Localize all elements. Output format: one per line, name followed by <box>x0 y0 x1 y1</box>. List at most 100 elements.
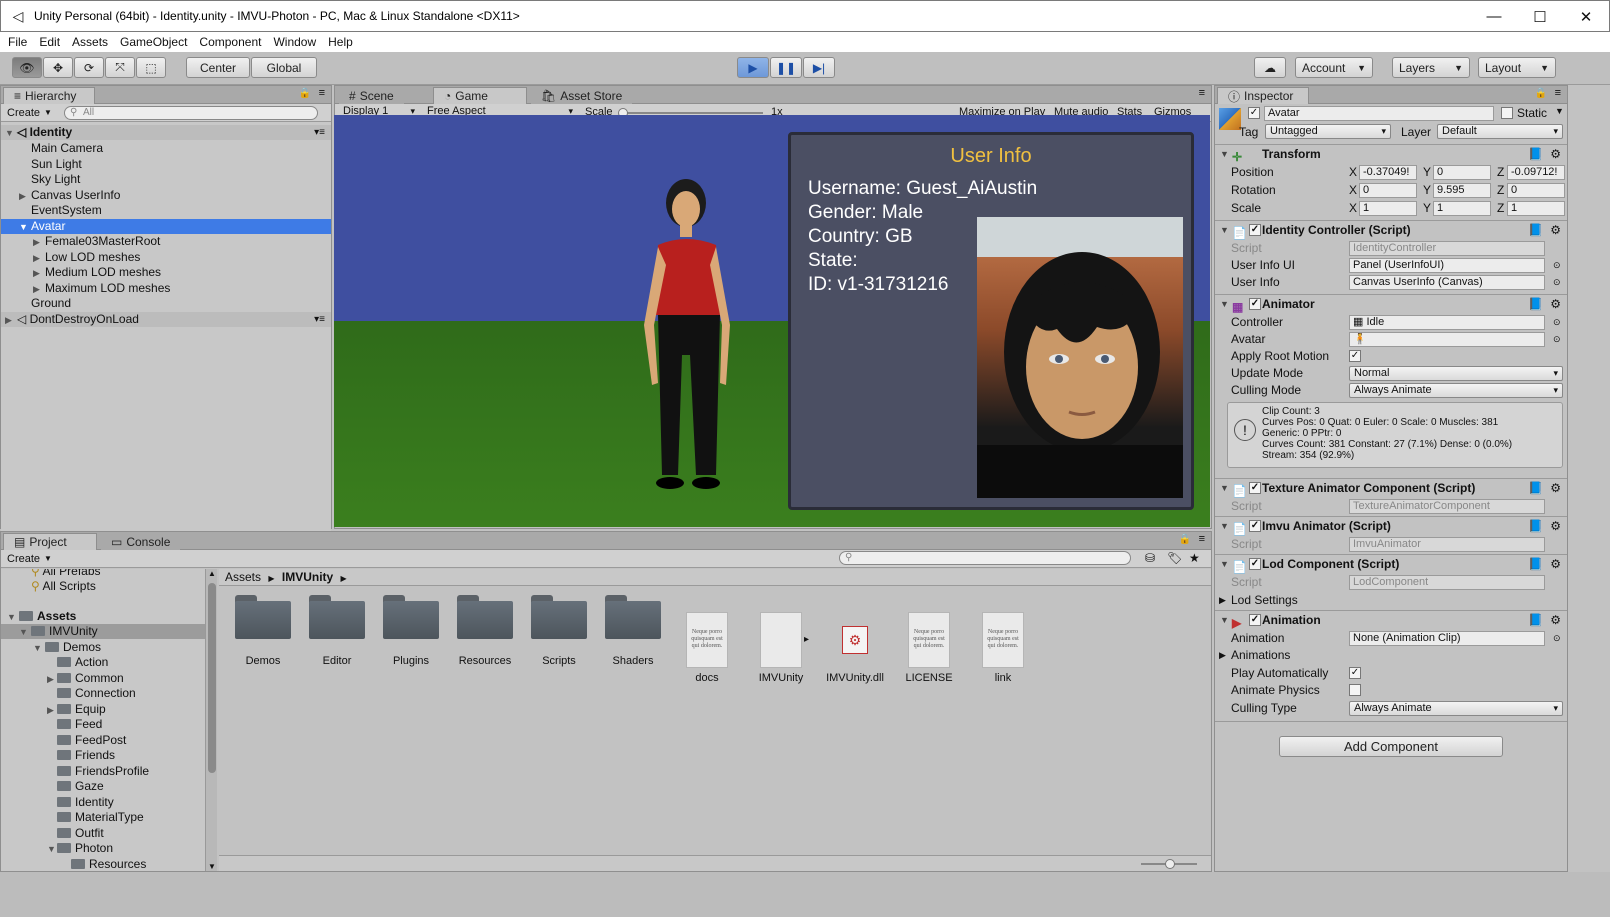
expand-triangle-icon[interactable]: ▼ <box>47 842 57 857</box>
imvu-animator-header[interactable]: ▼ 📄 ✓ Imvu Animator (Script) 📘 ⚙ <box>1215 516 1567 536</box>
component-enabled-checkbox[interactable]: ✓ <box>1249 224 1261 236</box>
view-tool-button[interactable]: 👁 <box>12 57 42 78</box>
tree-folder[interactable]: Resources <box>71 857 146 871</box>
account-dropdown[interactable]: Account ▼ <box>1295 57 1373 78</box>
hierarchy-item[interactable]: Ground <box>1 296 71 311</box>
hierarchy-item-selected[interactable]: ▼ Avatar <box>1 219 331 234</box>
breadcrumb-item[interactable]: IMVUnity <box>282 570 333 584</box>
collapse-triangle-icon[interactable]: ▼ <box>1220 555 1229 574</box>
expand-triangle-icon[interactable]: ▼ <box>33 641 45 656</box>
expand-triangle-icon[interactable]: ▼ <box>5 126 17 141</box>
tree-folder[interactable]: FriendsProfile <box>57 764 149 779</box>
collapse-triangle-icon[interactable]: ▼ <box>1220 221 1229 240</box>
tab-console[interactable]: ▭ Console <box>101 533 181 550</box>
pivot-center-button[interactable]: Center <box>186 57 250 78</box>
tag-dropdown[interactable]: Untagged <box>1265 124 1391 139</box>
tree-folder[interactable]: Feed <box>57 717 102 732</box>
hierarchy-item[interactable]: Sun Light <box>1 157 82 172</box>
pivot-global-button[interactable]: Global <box>251 57 317 78</box>
panel-menu-icon[interactable]: ≡ <box>1555 87 1561 99</box>
panel-menu-icon[interactable]: ≡ <box>1199 87 1205 99</box>
help-book-icon[interactable]: 📘 <box>1528 479 1543 498</box>
scene-menu-icon[interactable]: ▾≡ <box>314 312 325 327</box>
chevron-down-icon[interactable]: ▼ <box>1555 106 1564 116</box>
position-z-field[interactable]: -0.09712! <box>1507 165 1565 180</box>
gear-icon[interactable]: ⚙ <box>1550 479 1561 498</box>
tab-inspector[interactable]: ⓘ Inspector <box>1217 87 1309 104</box>
component-enabled-checkbox[interactable]: ✓ <box>1249 614 1261 626</box>
lock-icon[interactable]: 🔒 <box>1535 88 1547 99</box>
object-picker-icon[interactable]: ⊙ <box>1553 630 1561 647</box>
hierarchy-item[interactable]: ▶ Female03MasterRoot <box>1 234 160 249</box>
hierarchy-item[interactable]: EventSystem <box>1 203 102 218</box>
play-auto-checkbox[interactable]: ✓ <box>1349 667 1361 679</box>
scale-slider[interactable] <box>618 108 763 118</box>
identity-controller-header[interactable]: ▼ 📄 ✓ Identity Controller (Script) 📘 ⚙ <box>1215 220 1567 240</box>
animations-row[interactable]: ▶ Animations <box>1215 647 1567 664</box>
gear-icon[interactable]: ⚙ <box>1550 611 1561 630</box>
favorite-item[interactable]: ⚲ All Prefabs <box>31 569 101 579</box>
culling-type-dropdown[interactable]: Always Animate <box>1349 701 1563 716</box>
collapse-triangle-icon[interactable]: ▼ <box>1220 479 1229 498</box>
static-checkbox[interactable] <box>1501 107 1513 119</box>
scale-tool-button[interactable]: ⤧ <box>105 57 135 78</box>
play-button[interactable]: ▶ <box>737 57 769 78</box>
tree-folder-selected[interactable]: ▼ IMVUnity <box>1 624 205 639</box>
expand-triangle-icon[interactable]: ▶ <box>1219 647 1226 664</box>
scale-z-field[interactable]: 1 <box>1507 201 1565 216</box>
move-tool-button[interactable]: ✥ <box>43 57 73 78</box>
object-picker-icon[interactable]: ⊙ <box>1553 314 1561 331</box>
animator-header[interactable]: ▼ ▦ ✓ Animator 📘 ⚙ <box>1215 294 1567 314</box>
expand-triangle-icon[interactable]: ▼ <box>19 220 31 235</box>
gear-icon[interactable]: ⚙ <box>1550 295 1561 314</box>
expand-triangle-icon[interactable]: ▶ <box>19 189 31 204</box>
tab-scene[interactable]: # Scene <box>339 87 404 104</box>
component-enabled-checkbox[interactable]: ✓ <box>1249 558 1261 570</box>
expand-triangle-icon[interactable]: ▶ <box>1219 592 1226 609</box>
menu-component[interactable]: Component <box>193 35 267 49</box>
collapse-triangle-icon[interactable]: ▼ <box>1220 145 1229 164</box>
hierarchy-item[interactable]: ▶ Canvas UserInfo <box>1 188 120 203</box>
menu-gameobject[interactable]: GameObject <box>114 35 193 49</box>
step-button[interactable]: ▶| <box>803 57 835 78</box>
animation-clip-field[interactable]: None (Animation Clip) <box>1349 631 1545 646</box>
expand-triangle-icon[interactable]: ▶ <box>47 703 57 718</box>
scroll-down-icon[interactable]: ▼ <box>208 862 216 871</box>
tree-folder[interactable]: ▼ Photon <box>47 841 113 856</box>
asset-folder[interactable]: Scripts <box>524 595 594 667</box>
add-component-button[interactable]: Add Component <box>1279 736 1503 757</box>
asset-folder[interactable]: Shaders <box>598 595 668 667</box>
animate-physics-checkbox[interactable] <box>1349 684 1361 696</box>
asset-file[interactable]: ⚙ IMVUnity.dll <box>820 612 890 684</box>
rect-tool-button[interactable]: ⬚ <box>136 57 166 78</box>
rotation-y-field[interactable]: 9.595 <box>1433 183 1491 198</box>
tree-folder[interactable]: ▶ Equip <box>47 702 106 717</box>
tree-folder[interactable]: Gaze <box>57 779 104 794</box>
asset-folder[interactable]: Resources <box>450 595 520 667</box>
active-checkbox[interactable]: ✓ <box>1248 107 1260 119</box>
layout-dropdown[interactable]: Layout ▼ <box>1478 57 1556 78</box>
favorite-star-icon[interactable]: ★ <box>1189 551 1200 565</box>
tree-folder[interactable]: Outfit <box>57 826 104 841</box>
lod-component-header[interactable]: ▼ 📄 ✓ Lod Component (Script) 📘 ⚙ <box>1215 554 1567 574</box>
component-enabled-checkbox[interactable]: ✓ <box>1249 520 1261 532</box>
collapse-triangle-icon[interactable]: ▼ <box>1220 517 1229 536</box>
tree-scrollbar-thumb[interactable] <box>208 583 216 773</box>
collapse-triangle-icon[interactable]: ▼ <box>1220 611 1229 630</box>
object-picker-icon[interactable]: ⊙ <box>1553 331 1561 348</box>
panel-menu-icon[interactable]: ≡ <box>319 87 325 99</box>
rotation-x-field[interactable]: 0 <box>1359 183 1417 198</box>
expand-triangle-icon[interactable]: ▶ <box>33 282 45 297</box>
userinfo-field[interactable]: Canvas UserInfo (Canvas) <box>1349 275 1545 290</box>
tab-asset-store[interactable]: 🛍 Asset Store <box>531 87 633 104</box>
animation-header[interactable]: ▼ ▶ ✓ Animation 📘 ⚙ <box>1215 610 1567 630</box>
assets-root[interactable]: ▼ Assets <box>7 609 76 624</box>
menu-help[interactable]: Help <box>322 35 359 49</box>
help-book-icon[interactable]: 📘 <box>1528 611 1543 630</box>
scale-y-field[interactable]: 1 <box>1433 201 1491 216</box>
help-book-icon[interactable]: 📘 <box>1528 555 1543 574</box>
update-mode-dropdown[interactable]: Normal <box>1349 366 1563 381</box>
culling-mode-dropdown[interactable]: Always Animate <box>1349 383 1563 398</box>
gear-icon[interactable]: ⚙ <box>1550 145 1561 164</box>
object-picker-icon[interactable]: ⊙ <box>1553 257 1561 274</box>
